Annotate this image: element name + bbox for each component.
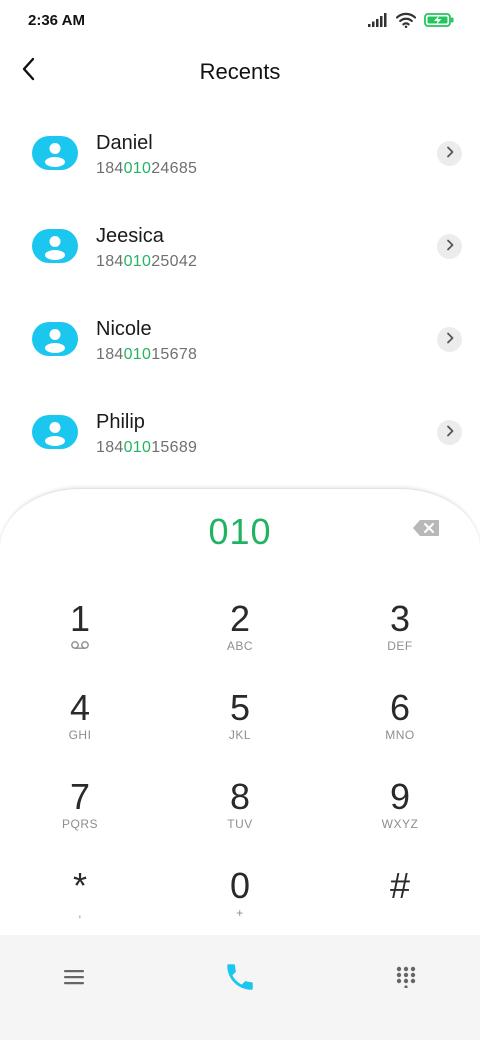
avatar-icon (32, 322, 78, 356)
key-2[interactable]: 2 ABC (180, 597, 300, 677)
chevron-right-icon (445, 145, 455, 163)
chevron-right-icon (445, 238, 455, 256)
key-8[interactable]: 8 TUV (180, 775, 300, 855)
status-icons (368, 12, 454, 33)
menu-button[interactable] (52, 957, 96, 1001)
status-time: 2:36 AM (28, 12, 85, 29)
key-digit: 9 (389, 776, 411, 817)
avatar-icon (32, 136, 78, 170)
header: Recents (0, 44, 480, 100)
avatar-icon (32, 229, 78, 263)
key-5[interactable]: 5 JKL (180, 686, 300, 766)
key-digit: # (389, 865, 411, 906)
contact-details-button[interactable] (437, 420, 462, 445)
key-hash[interactable]: # (340, 864, 460, 944)
key-letters: WXYZ (381, 817, 419, 831)
key-1[interactable]: 1 (20, 597, 140, 677)
key-letters: MNO (385, 728, 415, 742)
key-letters: GHI (68, 728, 92, 742)
chevron-right-icon (445, 424, 455, 442)
key-3[interactable]: 3 DEF (340, 597, 460, 677)
status-bar: 2:36 AM (0, 0, 480, 44)
contact-name: Philip (96, 411, 145, 433)
key-letters (340, 906, 460, 922)
contact-name: Daniel (96, 132, 153, 154)
contact-number: 18401025042 (96, 253, 198, 270)
key-digit: * (72, 865, 87, 906)
key-digit: 2 (229, 598, 251, 639)
call-button[interactable] (218, 957, 262, 1001)
key-6[interactable]: 6 MNO (340, 686, 460, 766)
menu-icon (64, 969, 84, 990)
key-letters: JKL (228, 728, 252, 742)
key-7[interactable]: 7 PQRS (20, 775, 140, 855)
key-digit: 0 (229, 865, 251, 906)
key-letters: ABC (226, 639, 254, 653)
page-title: Recents (199, 59, 281, 84)
key-letters: TUV (227, 817, 253, 831)
contact-details-button[interactable] (437, 327, 462, 352)
key-letters: DEF (387, 639, 413, 653)
key-digit: 6 (389, 687, 411, 728)
key-star[interactable]: * , (20, 864, 140, 944)
key-9[interactable]: 9 WXYZ (340, 775, 460, 855)
key-digit: 7 (69, 776, 91, 817)
backspace-button[interactable] (412, 519, 442, 539)
wifi-icon (395, 12, 417, 33)
key-letters: PQRS (61, 817, 98, 831)
dialpad-grid-icon (396, 966, 416, 993)
dialpad-panel: 010 1 2 ABC 3 DEF 4 GHI 5 JKL 6 MNO 7 PQ… (0, 488, 480, 935)
key-0[interactable]: 0 + (180, 864, 300, 944)
key-4[interactable]: 4 GHI (20, 686, 140, 766)
key-digit: 4 (69, 687, 91, 728)
contact-number: 18401015689 (96, 439, 198, 456)
bottom-bar (0, 935, 480, 1040)
key-letters: + (236, 906, 244, 920)
phone-icon (223, 960, 257, 999)
battery-charging-icon (424, 13, 454, 32)
contact-number: 18401015678 (96, 346, 198, 363)
key-letters: , (78, 906, 82, 920)
contact-details-button[interactable] (437, 234, 462, 259)
list-item[interactable]: Daniel 18401024685 (0, 110, 480, 203)
key-digit: 1 (69, 598, 91, 639)
contact-name: Jeesica (96, 225, 164, 247)
list-item[interactable]: Nicole 18401015678 (0, 296, 480, 389)
avatar-icon (32, 415, 78, 449)
voicemail-icon (20, 639, 140, 655)
backspace-icon (412, 520, 440, 541)
key-digit: 3 (389, 598, 411, 639)
list-item[interactable]: Philip 18401015689 (0, 389, 480, 482)
list-item[interactable]: Jeesica 18401025042 (0, 203, 480, 296)
dialpad-toggle-button[interactable] (384, 957, 428, 1001)
dialed-number-field[interactable]: 010 (0, 511, 480, 553)
signal-icon (368, 13, 388, 32)
contact-details-button[interactable] (437, 141, 462, 166)
key-digit: 8 (229, 776, 251, 817)
contact-name: Nicole (96, 318, 152, 340)
chevron-right-icon (445, 331, 455, 349)
contact-number: 18401024685 (96, 160, 198, 177)
key-digit: 5 (229, 687, 251, 728)
